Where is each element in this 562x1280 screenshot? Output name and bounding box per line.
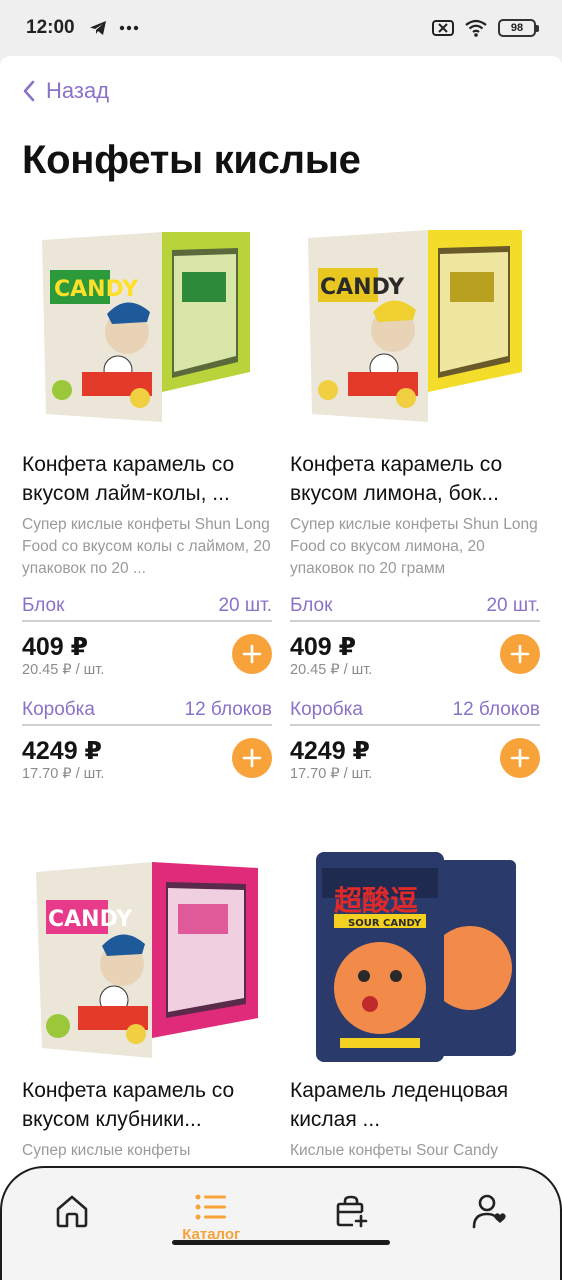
tier-quantity: 20 шт. [218,595,272,616]
add-to-cart-button[interactable] [500,738,540,778]
nav-profile[interactable] [440,1192,540,1230]
back-label: Назад [46,78,110,103]
product-card[interactable]: CANDY Конфета карамель со вкусом клубник… [22,848,272,1159]
tier-label: Коробка [22,699,95,720]
sim-off-icon [432,20,454,36]
price-tier-box: Коробка 12 блоков 4249 ₽ 17.70 ₽ / шт. [290,696,541,782]
svg-text:CANDY: CANDY [54,277,139,302]
tier-quantity: 12 блоков [184,699,273,720]
plus-icon [242,748,262,768]
product-image-yellow-candy-box: CANDY [308,230,522,422]
product-image-sour-candy-pack: 超酸逗 SOUR CANDY [316,852,516,1062]
bottom-navigation: Каталог [0,1166,562,1280]
battery-indicator: 98 [498,19,539,37]
tier-unit-price: 20.45 ₽ / шт. [290,662,373,678]
home-icon [56,1195,88,1228]
tier-unit-price: 17.70 ₽ / шт. [22,766,105,782]
tier-price: 4249 ₽ [22,737,102,765]
add-to-cart-button[interactable] [232,634,272,674]
wifi-icon [465,19,487,37]
home-indicator [172,1240,390,1245]
product-name: Конфета карамель со вкусом клубники... [22,1079,235,1131]
product-image-pink-candy-box: CANDY [36,862,258,1058]
back-button[interactable]: Назад [22,78,109,104]
tier-price: 409 ₽ [22,633,89,661]
product-name: Конфета карамель со вкусом лимона, бок..… [290,453,503,505]
svg-text:SOUR CANDY: SOUR CANDY [348,918,422,929]
nav-cart[interactable] [301,1192,401,1230]
product-card[interactable]: 超酸逗 SOUR CANDY Карамель леденцовая кисла… [290,848,540,1159]
product-name: Конфета карамель со вкусом лайм-колы, ..… [22,453,235,505]
tier-label: Блок [22,595,65,616]
status-time: 12:00 [26,17,75,38]
svg-text:超酸逗: 超酸逗 [334,884,418,917]
price-tier-block: Блок 20 шт. 409 ₽ 20.45 ₽ / шт. [22,592,272,678]
profile-heart-icon [472,1194,506,1229]
price-tier-block: Блок 20 шт. 409 ₽ 20.45 ₽ / шт. [290,592,540,678]
plus-icon [510,644,530,664]
add-to-cart-button[interactable] [500,634,540,674]
product-card[interactable]: CANDY Конфета карамель со вкусом лайм-ко… [22,222,272,782]
tier-unit-price: 17.70 ₽ / шт. [290,766,373,782]
status-bar: 12:00 98 [0,0,562,56]
product-name: Карамель леденцовая кислая ... [290,1079,509,1131]
product-image-green-candy-box: CANDY [42,232,250,422]
nav-home[interactable] [22,1192,122,1230]
chevron-left-icon [23,80,35,102]
tier-price: 4249 ₽ [290,737,370,765]
product-description: Супер кислые конфеты Shun Long Food со в… [22,516,271,577]
page-title: Конфеты кислые [22,138,361,182]
svg-text:CANDY: CANDY [48,907,133,932]
list-icon [195,1194,227,1220]
shopping-bag-add-icon [336,1195,368,1228]
tier-quantity: 20 шт. [486,595,540,616]
more-dots-icon [119,25,138,31]
plus-icon [510,748,530,768]
svg-text:CANDY: CANDY [320,275,405,300]
tier-unit-price: 20.45 ₽ / шт. [22,662,105,678]
tier-label: Блок [290,595,333,616]
nav-catalog[interactable]: Каталог [161,1192,261,1243]
product-card[interactable]: CANDY Конфета карамель со вкусом лимона,… [290,222,540,782]
catalog-screen: Назад Конфеты кислые CANDY Конфета карам… [0,56,562,1280]
tier-price: 409 ₽ [290,633,357,661]
add-to-cart-button[interactable] [232,738,272,778]
plus-icon [242,644,262,664]
tier-quantity: 12 блоков [452,699,541,720]
telegram-icon [89,21,106,35]
price-tier-box: Коробка 12 блоков 4249 ₽ 17.70 ₽ / шт. [22,696,273,782]
product-description: Супер кислые конфеты Shun Long Food со в… [290,516,538,577]
tier-label: Коробка [290,699,363,720]
